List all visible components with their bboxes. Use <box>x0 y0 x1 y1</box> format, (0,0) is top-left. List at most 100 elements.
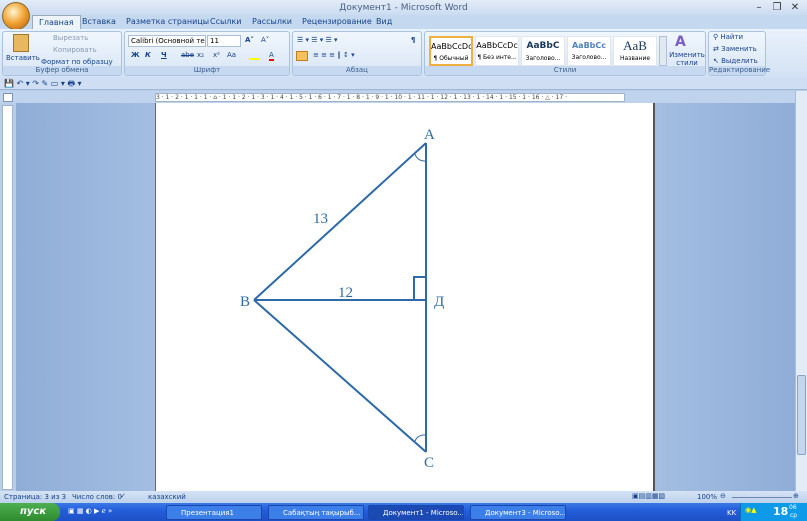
change-styles-button[interactable]: Изменить стили <box>669 51 705 67</box>
show-marks-button[interactable]: ¶ <box>411 36 415 44</box>
subscript-button[interactable]: x₂ <box>197 51 204 59</box>
tab-review[interactable]: Рецензирование <box>302 17 372 26</box>
highlight-icon[interactable] <box>249 52 259 60</box>
view-buttons[interactable]: ▣▤▥▦▧ <box>632 492 665 500</box>
tab-mailings[interactable]: Рассылки <box>252 17 292 26</box>
horizontal-ruler[interactable]: 3 · 1 · 2 · 1 · 1 · 1 · ⌂ · 1 · 1 · 2 · … <box>155 93 625 102</box>
bullets-icon[interactable]: ☰ ▾ ☰ ▾ ☰ ▾ <box>297 36 338 44</box>
paragraph-group: ☰ ▾ ☰ ▾ ☰ ▾ ¶ ≡ ≡ ≡ ‖ ↕ ▾ Абзац <box>292 31 422 76</box>
tray-icons[interactable]: ◉▲ <box>745 506 757 514</box>
clock-day: ср <box>790 512 798 519</box>
style-no-spacing[interactable]: AaBbCcDc ¶ Без инте... <box>475 36 519 66</box>
style-heading2[interactable]: AaBbCc Заголово... <box>567 36 611 66</box>
cut-button[interactable]: Вырезать <box>53 34 88 42</box>
format-painter-button[interactable]: Формат по образцу <box>41 58 113 66</box>
superscript-button[interactable]: x² <box>213 51 220 59</box>
styles-scroll[interactable] <box>659 36 667 66</box>
angle-c-arc <box>414 434 427 442</box>
replace-label: Заменить <box>721 45 757 53</box>
select-button[interactable]: ↖ Выделить <box>713 57 758 65</box>
close-button[interactable]: ✕ <box>788 2 802 14</box>
style-preview: AaB <box>623 38 647 53</box>
right-angle-mark <box>413 276 426 300</box>
style-name: Заголово... <box>525 55 561 62</box>
input-language[interactable]: KK <box>727 509 736 517</box>
zoom-in-button[interactable]: ⊕ <box>793 492 799 500</box>
vertical-ruler[interactable] <box>2 105 13 490</box>
grow-font-button[interactable]: A˄ <box>245 36 254 44</box>
office-button[interactable] <box>2 2 30 30</box>
window-title: Документ1 - Microsoft Word <box>339 3 468 13</box>
minimize-button[interactable]: – <box>752 2 766 14</box>
change-case-button[interactable]: Aa <box>227 51 236 59</box>
clipboard-group-label: Буфер обмена <box>3 66 121 75</box>
editing-group: ⚲ Найти ⇄ Заменить ↖ Выделить Редактиров… <box>708 31 771 76</box>
tab-page-layout[interactable]: Разметка страницы <box>126 17 209 26</box>
clock-hours: 18 <box>773 505 789 518</box>
language[interactable]: казахский <box>148 493 186 501</box>
style-normal[interactable]: AaBbCcDc ¶ Обычный <box>429 36 473 66</box>
zoom-level[interactable]: 100% <box>697 493 717 501</box>
style-name: Название <box>619 55 651 62</box>
tab-insert[interactable]: Вставка <box>82 17 116 26</box>
font-group: Calibri (Основной те 11 A˄ A˅ Ж К Ч abe … <box>124 31 290 76</box>
tab-view[interactable]: Вид <box>376 17 392 26</box>
editing-group-label: Редактирование <box>709 66 771 75</box>
quick-access-toolbar: 💾 ↶ ▾ ↷ ✎ ▭ ▾ 🖶 ▾ <box>0 77 807 90</box>
taskbar-item[interactable]: Документ3 - Microso... <box>470 505 566 520</box>
angle-a-arc <box>414 153 427 162</box>
status-bar: Страница: 3 из 3 Число слов: 0 ✓ казахск… <box>0 491 807 503</box>
title-bar: Документ1 - Microsoft Word – ❐ ✕ <box>0 0 807 16</box>
bold-button[interactable]: Ж <box>131 51 140 59</box>
paste-button[interactable]: Вставить <box>6 54 40 62</box>
page-count[interactable]: Страница: 3 из 3 <box>4 493 66 501</box>
style-heading1[interactable]: AaBbC Заголово... <box>521 36 565 66</box>
style-name: ¶ Без инте... <box>477 54 517 61</box>
style-preview: AaBbCcDc <box>431 42 471 51</box>
paragraph-group-label: Абзац <box>293 66 421 75</box>
word-count[interactable]: Число слов: 0 <box>72 493 122 501</box>
font-group-label: Шрифт <box>125 66 289 75</box>
font-color-button[interactable]: A <box>269 51 274 61</box>
side-bc <box>253 299 427 453</box>
underline-button[interactable]: Ч <box>161 51 167 59</box>
style-preview: AaBbC <box>526 41 560 51</box>
tab-selector[interactable] <box>3 93 13 102</box>
proofing-icon[interactable]: ✓ <box>120 492 126 500</box>
clock-minutes: 06 <box>789 504 797 511</box>
change-styles-icon: A <box>675 34 686 50</box>
quick-access-icons[interactable]: 💾 ↶ ▾ ↷ ✎ ▭ ▾ 🖶 ▾ <box>4 78 82 92</box>
zoom-out-button[interactable]: ⊖ <box>720 492 726 500</box>
align-left-icon[interactable] <box>296 51 308 61</box>
find-label: Найти <box>720 33 744 41</box>
scrollbar-thumb[interactable] <box>797 375 806 455</box>
shrink-font-button[interactable]: A˅ <box>261 36 269 44</box>
copy-button[interactable]: Копировать <box>53 46 97 54</box>
font-size-select[interactable]: 11 <box>207 35 241 47</box>
style-title[interactable]: AaB Название <box>613 36 657 66</box>
zoom-slider[interactable] <box>732 497 792 498</box>
tab-home[interactable]: Главная <box>32 15 81 30</box>
find-button[interactable]: ⚲ Найти <box>713 33 743 41</box>
restore-button[interactable]: ❐ <box>770 2 784 14</box>
ribbon-tabs: Главная Вставка Разметка страницы Ссылки… <box>0 15 807 30</box>
italic-button[interactable]: К <box>145 51 151 59</box>
font-name-select[interactable]: Calibri (Основной те <box>128 35 206 47</box>
taskbar-item[interactable]: Сабақтың тақырыб... <box>268 505 364 520</box>
style-name: ¶ Обычный <box>433 55 469 62</box>
label-a: A <box>424 127 435 143</box>
start-button[interactable]: пуск <box>0 503 60 521</box>
replace-button[interactable]: ⇄ Заменить <box>713 45 757 53</box>
align-icons[interactable]: ≡ ≡ ≡ ‖ ↕ ▾ <box>313 51 355 59</box>
quick-launch-icons[interactable]: ▣ ▦ ◐ ▶ ℯ » <box>68 507 112 515</box>
label-bd-length: 12 <box>338 285 353 301</box>
taskbar-item[interactable]: Документ1 - Microso... <box>368 505 464 520</box>
ribbon: Вставить Вырезать Копировать Формат по о… <box>0 29 807 77</box>
style-name: Заголово... <box>571 54 607 61</box>
tab-references[interactable]: Ссылки <box>210 17 241 26</box>
taskbar-item[interactable]: Презентация1 <box>166 505 262 520</box>
triangle-figure: A B C Д 13 12 <box>240 127 444 471</box>
document-page[interactable]: A B C Д 13 12 <box>155 103 655 491</box>
strikethrough-button[interactable]: abe <box>181 51 194 59</box>
label-c: C <box>424 455 434 471</box>
